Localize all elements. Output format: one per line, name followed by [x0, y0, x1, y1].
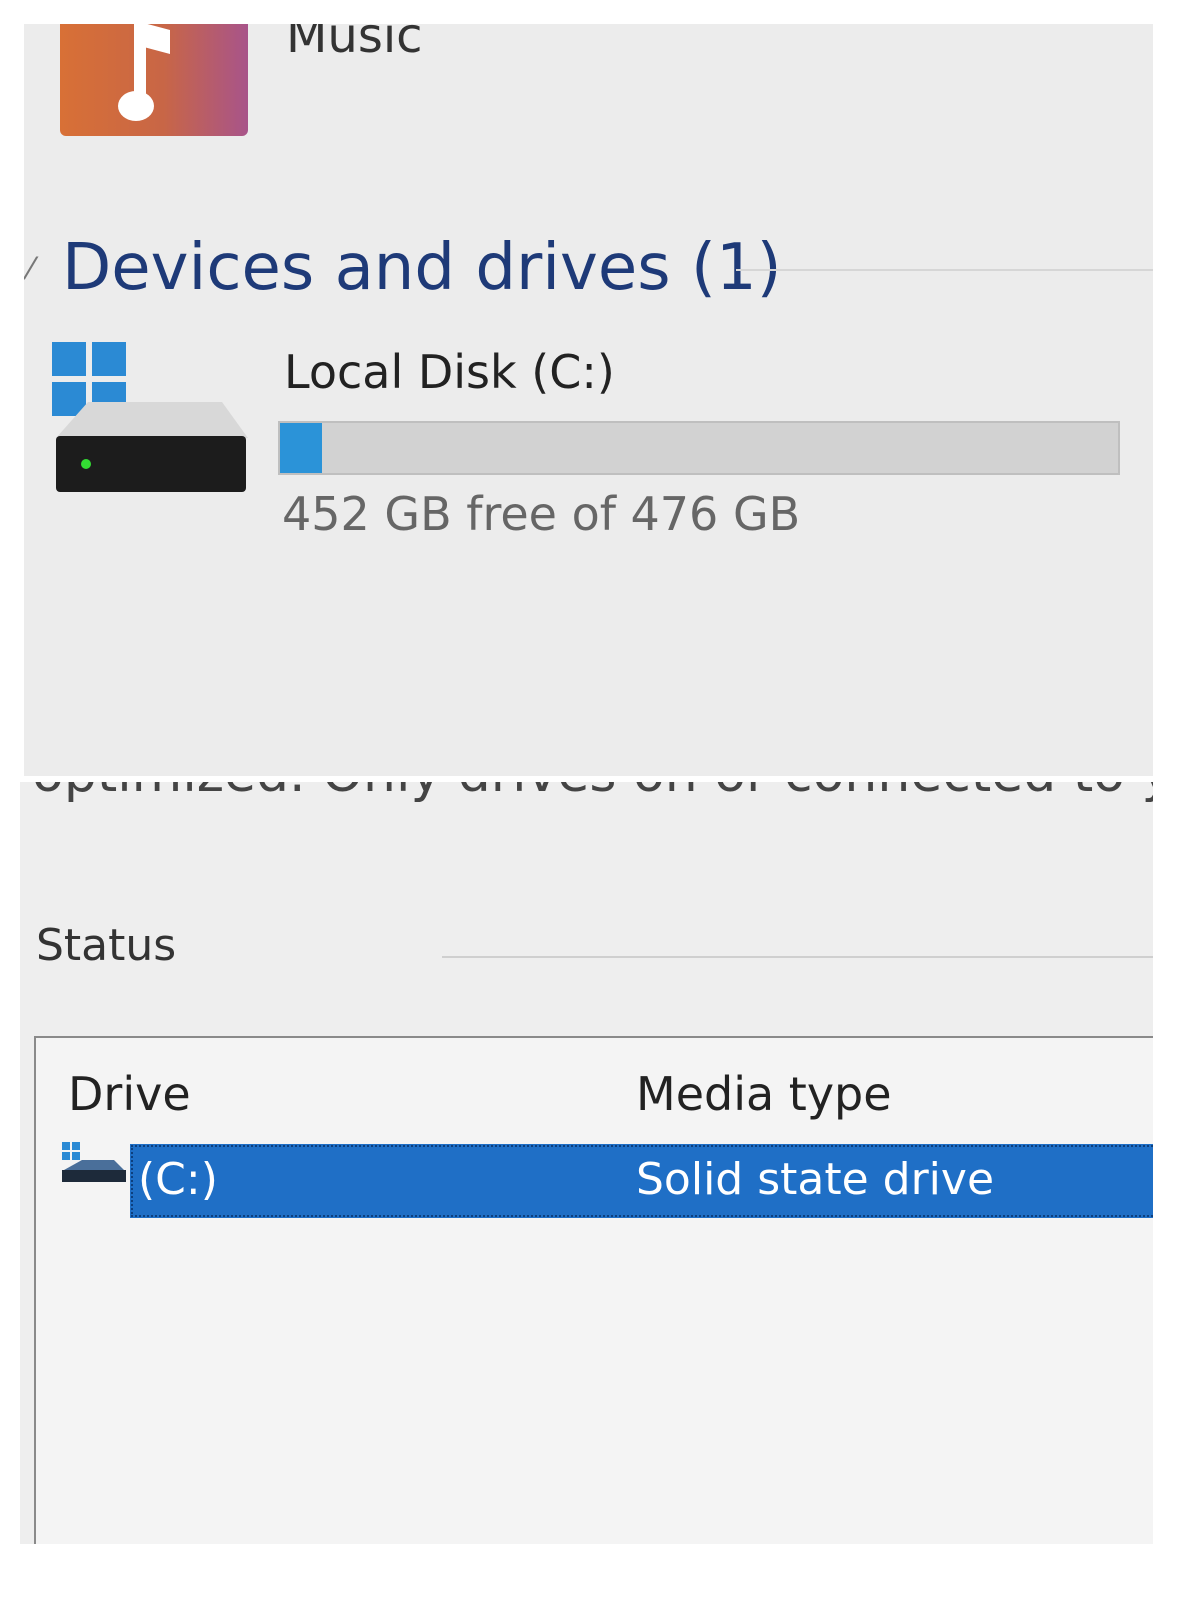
column-header-media-type[interactable]: Media type [636, 1066, 892, 1122]
column-header-drive[interactable]: Drive [68, 1066, 191, 1122]
optimize-drives-panel: optimized. Only drives on or connected t… [20, 782, 1153, 1544]
description-text: optimized. Only drives on or connected t… [32, 782, 1153, 804]
media-type-cell: Solid state drive [636, 1154, 995, 1205]
status-label: Status [36, 920, 177, 971]
drive-row-icon [56, 1142, 128, 1182]
devices-group-header[interactable]: Devices and drives (1) [62, 228, 782, 308]
music-folder-label[interactable]: Music [286, 24, 423, 66]
capacity-text: 452 GB free of 476 GB [282, 487, 801, 541]
table-row[interactable]: (C:) Solid state drive [130, 1144, 1153, 1218]
drive-cell: (C:) [138, 1154, 218, 1205]
explorer-panel: Music ⁄ Devices and drives (1) Local Dis… [24, 24, 1153, 776]
drive-list[interactable]: Drive Media type (C:) Solid state drive [34, 1036, 1153, 1544]
capacity-bar-fill [280, 423, 322, 473]
music-folder-icon[interactable] [60, 24, 248, 136]
windows-drive-icon[interactable] [52, 342, 248, 502]
status-divider [442, 956, 1153, 958]
group-divider [736, 269, 1153, 271]
drive-name[interactable]: Local Disk (C:) [284, 342, 615, 402]
capacity-bar [278, 421, 1120, 475]
collapse-chevron-icon[interactable]: ⁄ [28, 252, 33, 287]
